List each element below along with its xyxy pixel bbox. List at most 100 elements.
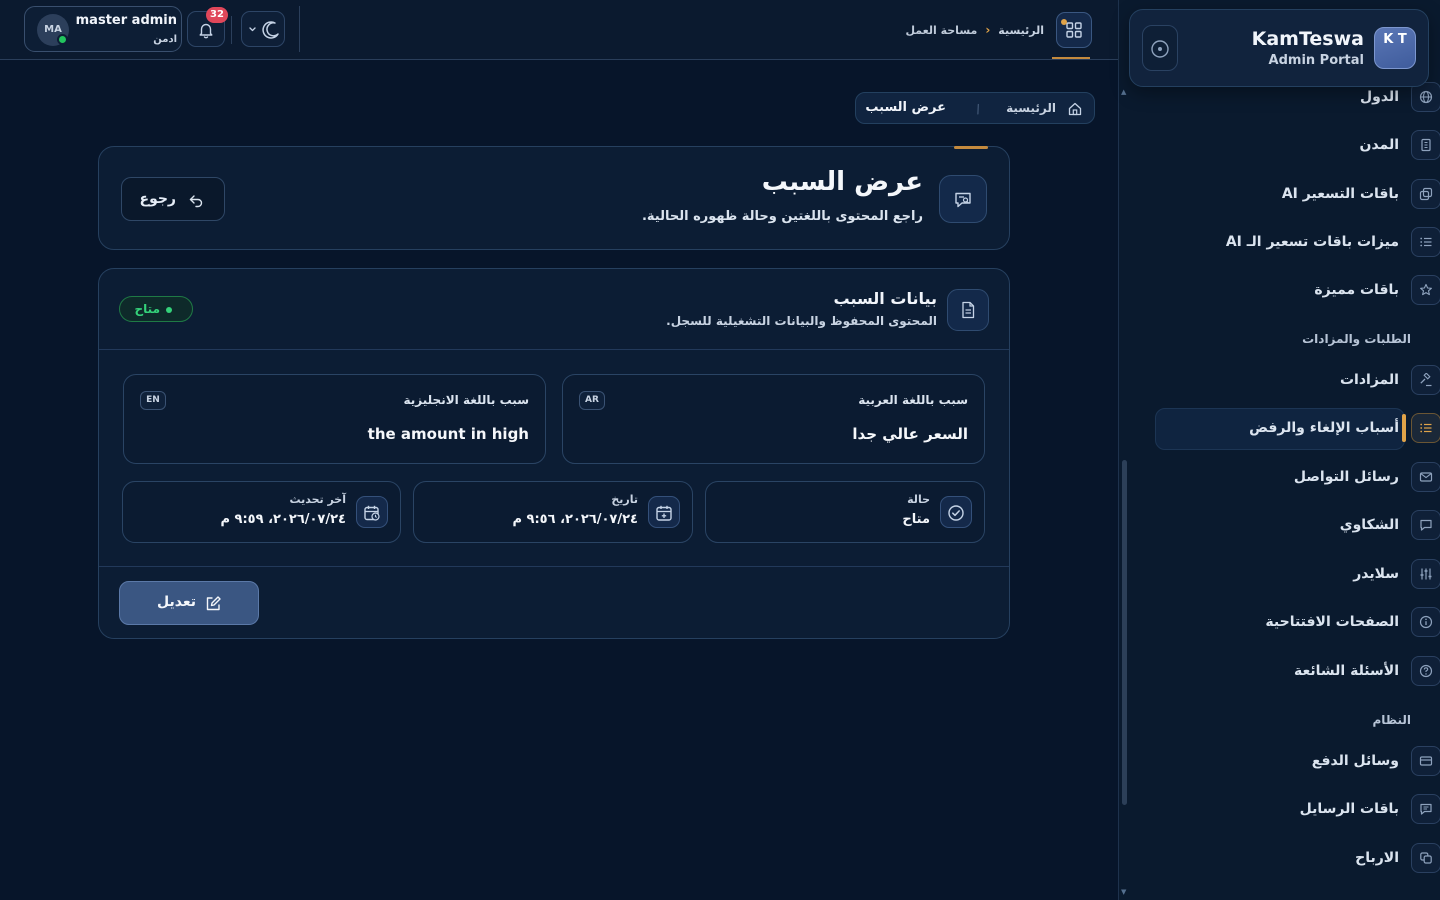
- language-tag-ar: AR: [579, 391, 605, 410]
- list-icon: [1411, 227, 1440, 257]
- breadcrumb-separator: /: [974, 101, 982, 117]
- calendar-clock-icon: [356, 496, 388, 528]
- sidebar-scrollbar[interactable]: [1122, 460, 1127, 805]
- sidebar-item-ai-pricing-packages[interactable]: باقات التسعير AI: [1149, 174, 1440, 214]
- status-badge-label: متاح: [134, 302, 160, 316]
- sidebar-item-faq[interactable]: الأسئلة الشائعة: [1149, 651, 1440, 691]
- status-info-box: حالة متاح: [705, 481, 985, 543]
- sidebar-toggle-button[interactable]: [1142, 25, 1178, 71]
- edit-icon: [206, 596, 221, 611]
- breadcrumb-home-link[interactable]: الرئيسية: [1006, 101, 1056, 115]
- star-icon: [1411, 275, 1440, 305]
- notifications-button[interactable]: 32: [187, 7, 228, 47]
- page-header-card: عرض السبب راجع المحتوى باللغتين وحالة ظه…: [98, 146, 1010, 250]
- brand-name: KamTeswa: [1251, 28, 1364, 50]
- mail-icon: [1411, 462, 1440, 492]
- back-button[interactable]: رجوع: [121, 177, 225, 221]
- sidebar-item-cancel-reject-reasons[interactable]: أسباب الإلغاء والرفض: [1149, 408, 1440, 448]
- chat-icon: [1411, 794, 1440, 824]
- sidebar-item-cities[interactable]: المدن: [1149, 125, 1440, 165]
- apps-button[interactable]: [1056, 12, 1092, 48]
- sidebar-item-label: باقات مميزة: [1314, 282, 1399, 298]
- created-date-value: ٢٠٢٦/٠٧/٢٤، ٩:٥٦ م: [512, 512, 638, 527]
- user-name: master admin: [75, 13, 177, 28]
- copy-icon: [1411, 179, 1440, 209]
- breadcrumb-current: عرض السبب: [865, 100, 946, 115]
- sidebar-item-featured-packages[interactable]: باقات مميزة: [1149, 270, 1440, 310]
- created-date-label: تاريخ: [611, 493, 638, 506]
- reason-details-card: بيانات السبب المحتوى المحفوظ والبيانات ا…: [98, 268, 1010, 639]
- sidebar-item-label: الدول: [1360, 89, 1399, 105]
- reason-english-box: سبب باللغة الانجليزية the amount in high…: [123, 374, 546, 464]
- calendar-plus-icon: [648, 496, 680, 528]
- user-role: ادمن: [153, 34, 177, 45]
- updated-date-value: ٢٠٢٦/٠٧/٢٤، ٩:٥٩ م: [220, 512, 346, 527]
- topbar-divider: [299, 6, 300, 52]
- reason-arabic-label: سبب باللغة العربية: [858, 393, 968, 407]
- reason-english-label: سبب باللغة الانجليزية: [403, 393, 529, 407]
- brand-subtitle: Admin Portal: [1268, 53, 1364, 68]
- divider: [99, 349, 1009, 350]
- sidebar-item-onboarding-pages[interactable]: الصفحات الافتتاحية: [1149, 602, 1440, 642]
- notifications-count-badge: 32: [206, 7, 228, 23]
- sidebar-item-label: أسباب الإلغاء والرفض: [1249, 420, 1399, 436]
- moon-icon: [249, 21, 279, 39]
- sidebar-item-complaints[interactable]: الشكاوي: [1149, 505, 1440, 545]
- sidebar-item-label: باقات التسعير AI: [1281, 186, 1399, 202]
- active-item-indicator: [1402, 414, 1406, 442]
- edit-button[interactable]: تعديل: [119, 581, 259, 625]
- sidebar-item-message-packages[interactable]: باقات الرسايل: [1149, 789, 1440, 829]
- status-dot: [166, 307, 172, 313]
- theme-toggle-button[interactable]: [241, 11, 285, 47]
- header-accent-line: [954, 146, 988, 149]
- breadcrumb-current: مساحة العمل: [905, 23, 978, 37]
- home-icon[interactable]: [1067, 101, 1083, 117]
- divider: [99, 566, 1009, 567]
- sidebar-item-payment-methods[interactable]: وسائل الدفع: [1149, 741, 1440, 781]
- return-arrow-icon: [189, 195, 203, 208]
- details-subtitle: المحتوى المحفوظ والبيانات التشغيلية للسج…: [666, 314, 937, 328]
- sidebar-item-contact-messages[interactable]: رسائل التواصل: [1149, 457, 1440, 497]
- topbar: الرئيسية ‹ مساحة العمل 32 MA master admi…: [0, 0, 1118, 60]
- details-title: بيانات السبب: [833, 289, 937, 308]
- user-menu[interactable]: MA master admin ادمن: [24, 6, 182, 52]
- created-date-box: تاريخ ٢٠٢٦/٠٧/٢٤، ٩:٥٦ م: [413, 481, 693, 543]
- help-icon: [1411, 656, 1440, 686]
- scroll-down-arrow[interactable]: ▼: [1121, 888, 1126, 896]
- sidebar-nav[interactable]: ▲ ▼ الدول المدن باقات التسعير AI ميزات ب…: [1119, 0, 1440, 900]
- updated-date-box: آخر تحديث ٢٠٢٦/٠٧/٢٤، ٩:٥٩ م: [122, 481, 401, 543]
- page-description: راجع المحتوى باللغتين وحالة ظهوره الحالي…: [641, 209, 923, 224]
- grid-icon: [1066, 22, 1082, 38]
- sidebar-item-label: المزادات: [1339, 372, 1399, 388]
- sidebar-item-label: سلايدر: [1353, 566, 1399, 582]
- info-icon: [1411, 607, 1440, 637]
- online-status-dot: [57, 34, 68, 45]
- target-icon: [1151, 40, 1169, 58]
- sidebar-item-slider[interactable]: سلايدر: [1149, 554, 1440, 594]
- sidebar-item-label: الارباح: [1355, 850, 1399, 866]
- check-circle-icon: [940, 496, 972, 528]
- gavel-icon: [1411, 365, 1440, 395]
- breadcrumb-home-link[interactable]: الرئيسية: [998, 24, 1044, 37]
- sidebar-item-ai-pricing-features[interactable]: ميزات باقات تسعير الـ AI: [1149, 222, 1440, 262]
- scroll-up-arrow[interactable]: ▲: [1121, 88, 1126, 96]
- notification-dot: [1061, 19, 1067, 25]
- sidebar-item-auctions[interactable]: المزادات: [1149, 360, 1440, 400]
- reason-arabic-box: سبب باللغة العربية السعر عالي جدا AR: [562, 374, 985, 464]
- edit-button-label: تعديل: [157, 594, 196, 610]
- reason-arabic-value: السعر عالي جدا: [852, 425, 968, 443]
- message-search-icon: [939, 175, 987, 223]
- sidebar-item-profits[interactable]: الارباح: [1149, 838, 1440, 878]
- brand-card: K T KamTeswa Admin Portal: [1129, 9, 1429, 87]
- sidebar-item-label: ميزات باقات تسعير الـ AI: [1225, 234, 1399, 250]
- list-icon: [1411, 413, 1440, 443]
- back-button-label: رجوع: [139, 191, 177, 207]
- card-icon: [1411, 746, 1440, 776]
- status-badge: متاح: [119, 296, 193, 322]
- language-tag-en: EN: [140, 391, 166, 410]
- topbar-breadcrumb: الرئيسية ‹ مساحة العمل: [880, 21, 1044, 39]
- message-icon: [1411, 510, 1440, 540]
- topbar-separator: [231, 16, 232, 44]
- sidebar-item-label: الشكاوي: [1339, 517, 1399, 533]
- sidebar: K T KamTeswa Admin Portal ▲ ▼ الدول المد…: [1118, 0, 1440, 900]
